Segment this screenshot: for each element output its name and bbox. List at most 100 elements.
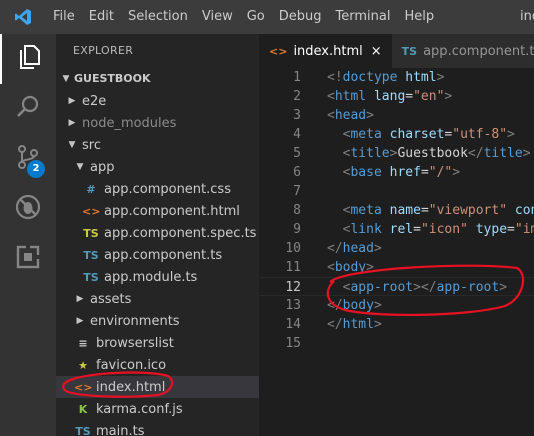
- tree-item[interactable]: ★ favicon.ico: [56, 354, 259, 376]
- code-token: charset: [389, 127, 445, 142]
- code-text: <html lang="en">: [327, 87, 452, 106]
- line-number: 6: [293, 165, 301, 180]
- search-activity-button[interactable]: [0, 84, 56, 134]
- activity-bar: 2: [0, 34, 56, 436]
- line-number: 10: [285, 241, 301, 256]
- tree-item[interactable]: TS app.module.ts: [56, 266, 259, 288]
- line-number: 4: [293, 127, 301, 142]
- tree-item[interactable]: ≡ browserslist: [56, 332, 259, 354]
- tree-item[interactable]: ▼ app: [56, 156, 259, 178]
- search-icon: [15, 94, 41, 124]
- code-line[interactable]: 3 <head>: [259, 106, 534, 125]
- code-token: "/": [428, 165, 453, 180]
- code-text: </body>: [327, 296, 382, 315]
- debug-activity-button[interactable]: [0, 184, 56, 234]
- chevron-down-icon: ▼: [68, 140, 76, 150]
- close-icon[interactable]: ×: [371, 44, 382, 59]
- code-token: app-root: [350, 280, 414, 295]
- file-type-icon: TS: [83, 248, 99, 262]
- code-editor[interactable]: 1 <!doctype html> 2 <html lang="en"> 3 <head>…: [259, 68, 534, 436]
- explorer-activity-button[interactable]: [0, 34, 56, 84]
- code-token: >: [373, 298, 382, 313]
- tree-item-label: index.html: [96, 379, 166, 395]
- tree-item-label: browserslist: [96, 335, 174, 351]
- file-type-icon: K: [78, 402, 88, 416]
- code-text: <base href="/">: [327, 163, 460, 182]
- code-token: >: [507, 127, 515, 142]
- code-token: <: [327, 260, 335, 275]
- tree-item-label: src: [82, 137, 101, 153]
- code-line[interactable]: 5 <title>Guestbook</title>: [259, 144, 534, 163]
- tree-item[interactable]: ▶ environments: [56, 310, 259, 332]
- code-line[interactable]: 9 <link rel="icon" type="im: [259, 220, 534, 239]
- code-line[interactable]: 13 </body>: [259, 296, 534, 315]
- file-type-icon: <>: [74, 380, 93, 394]
- code-text: <!doctype html>: [327, 68, 444, 87]
- menu-selection[interactable]: Selection: [121, 0, 195, 34]
- tree-item[interactable]: TS main.ts: [56, 420, 259, 436]
- tree-item[interactable]: TS app.component.spec.ts: [56, 222, 259, 244]
- menu-bar: File Edit Selection View Go Debug Terminal Help: [46, 0, 441, 34]
- tree-item[interactable]: Kkarma.conf.js: [56, 398, 259, 420]
- code-token: </: [327, 298, 343, 313]
- menu-help[interactable]: Help: [397, 0, 441, 34]
- menu-file[interactable]: File: [46, 0, 82, 34]
- tree-item[interactable]: TS app.component.ts: [56, 244, 259, 266]
- code-token: title: [350, 146, 390, 161]
- line-number: 7: [293, 184, 301, 199]
- code-token: con: [514, 203, 534, 218]
- source-control-activity-button[interactable]: 2: [0, 134, 56, 184]
- code-line[interactable]: 11 <body>: [259, 258, 534, 277]
- code-token: <: [327, 89, 335, 104]
- menu-edit[interactable]: Edit: [82, 0, 121, 34]
- tree-item[interactable]: ▶ e2e: [56, 90, 259, 112]
- tree-item-label: app.component.css: [104, 181, 231, 197]
- explorer-title: EXPLORER: [73, 44, 134, 57]
- code-text: </html>: [327, 315, 382, 334]
- code-token: href: [389, 165, 421, 180]
- code-line[interactable]: 15: [259, 334, 534, 353]
- code-line[interactable]: 2 <html lang="en">: [259, 87, 534, 106]
- code-token: >: [444, 89, 453, 104]
- file-type-icon: ≡: [78, 336, 88, 350]
- menu-go[interactable]: Go: [240, 0, 272, 34]
- menu-view[interactable]: View: [195, 0, 240, 34]
- code-line[interactable]: 8 <meta name="viewport" con: [259, 201, 534, 220]
- tree-item[interactable]: <> app.component.html: [56, 200, 259, 222]
- code-token: <!: [327, 70, 343, 85]
- code-token: "im: [514, 222, 534, 237]
- tab-label: index.html: [293, 43, 363, 59]
- file-type-icon: <>: [269, 44, 288, 58]
- code-line[interactable]: 7: [259, 182, 534, 201]
- code-line[interactable]: 6 <base href="/">: [259, 163, 534, 182]
- vscode-logo-icon: [0, 0, 46, 34]
- code-line[interactable]: 10 </head>: [259, 239, 534, 258]
- code-text: <head>: [327, 106, 374, 125]
- code-line[interactable]: 4 <meta charset="utf-8">: [259, 125, 534, 144]
- workspace-section-header[interactable]: ▼ GUESTBOOK: [56, 68, 259, 90]
- editor-tab[interactable]: <> index.html ×: [259, 34, 392, 68]
- file-type-icon: ★: [78, 358, 88, 372]
- code-text: </head>: [327, 239, 382, 258]
- tree-item[interactable]: <> index.html: [56, 376, 259, 398]
- menu-terminal[interactable]: Terminal: [329, 0, 398, 34]
- extensions-activity-button[interactable]: [0, 234, 56, 284]
- editor-tab[interactable]: TS app.component.ts: [391, 34, 534, 68]
- tree-item[interactable]: ▶ assets: [56, 288, 259, 310]
- chevron-right-icon: ▶: [76, 294, 84, 304]
- code-token: head: [334, 108, 367, 123]
- code-text: <title>Guestbook</title>: [327, 144, 531, 163]
- code-line[interactable]: 14 </html>: [259, 315, 534, 334]
- line-number: 1: [293, 70, 301, 85]
- tree-item[interactable]: ▼ src: [56, 134, 259, 156]
- code-line[interactable]: 1 <!doctype html>: [259, 68, 534, 87]
- tree-item[interactable]: ▶ node_modules: [56, 112, 259, 134]
- menu-debug[interactable]: Debug: [272, 0, 329, 34]
- code-line[interactable]: 12 <app-root></app-root>: [259, 277, 534, 296]
- tree-item[interactable]: # app.component.css: [56, 178, 259, 200]
- window-title: ind: [520, 9, 534, 24]
